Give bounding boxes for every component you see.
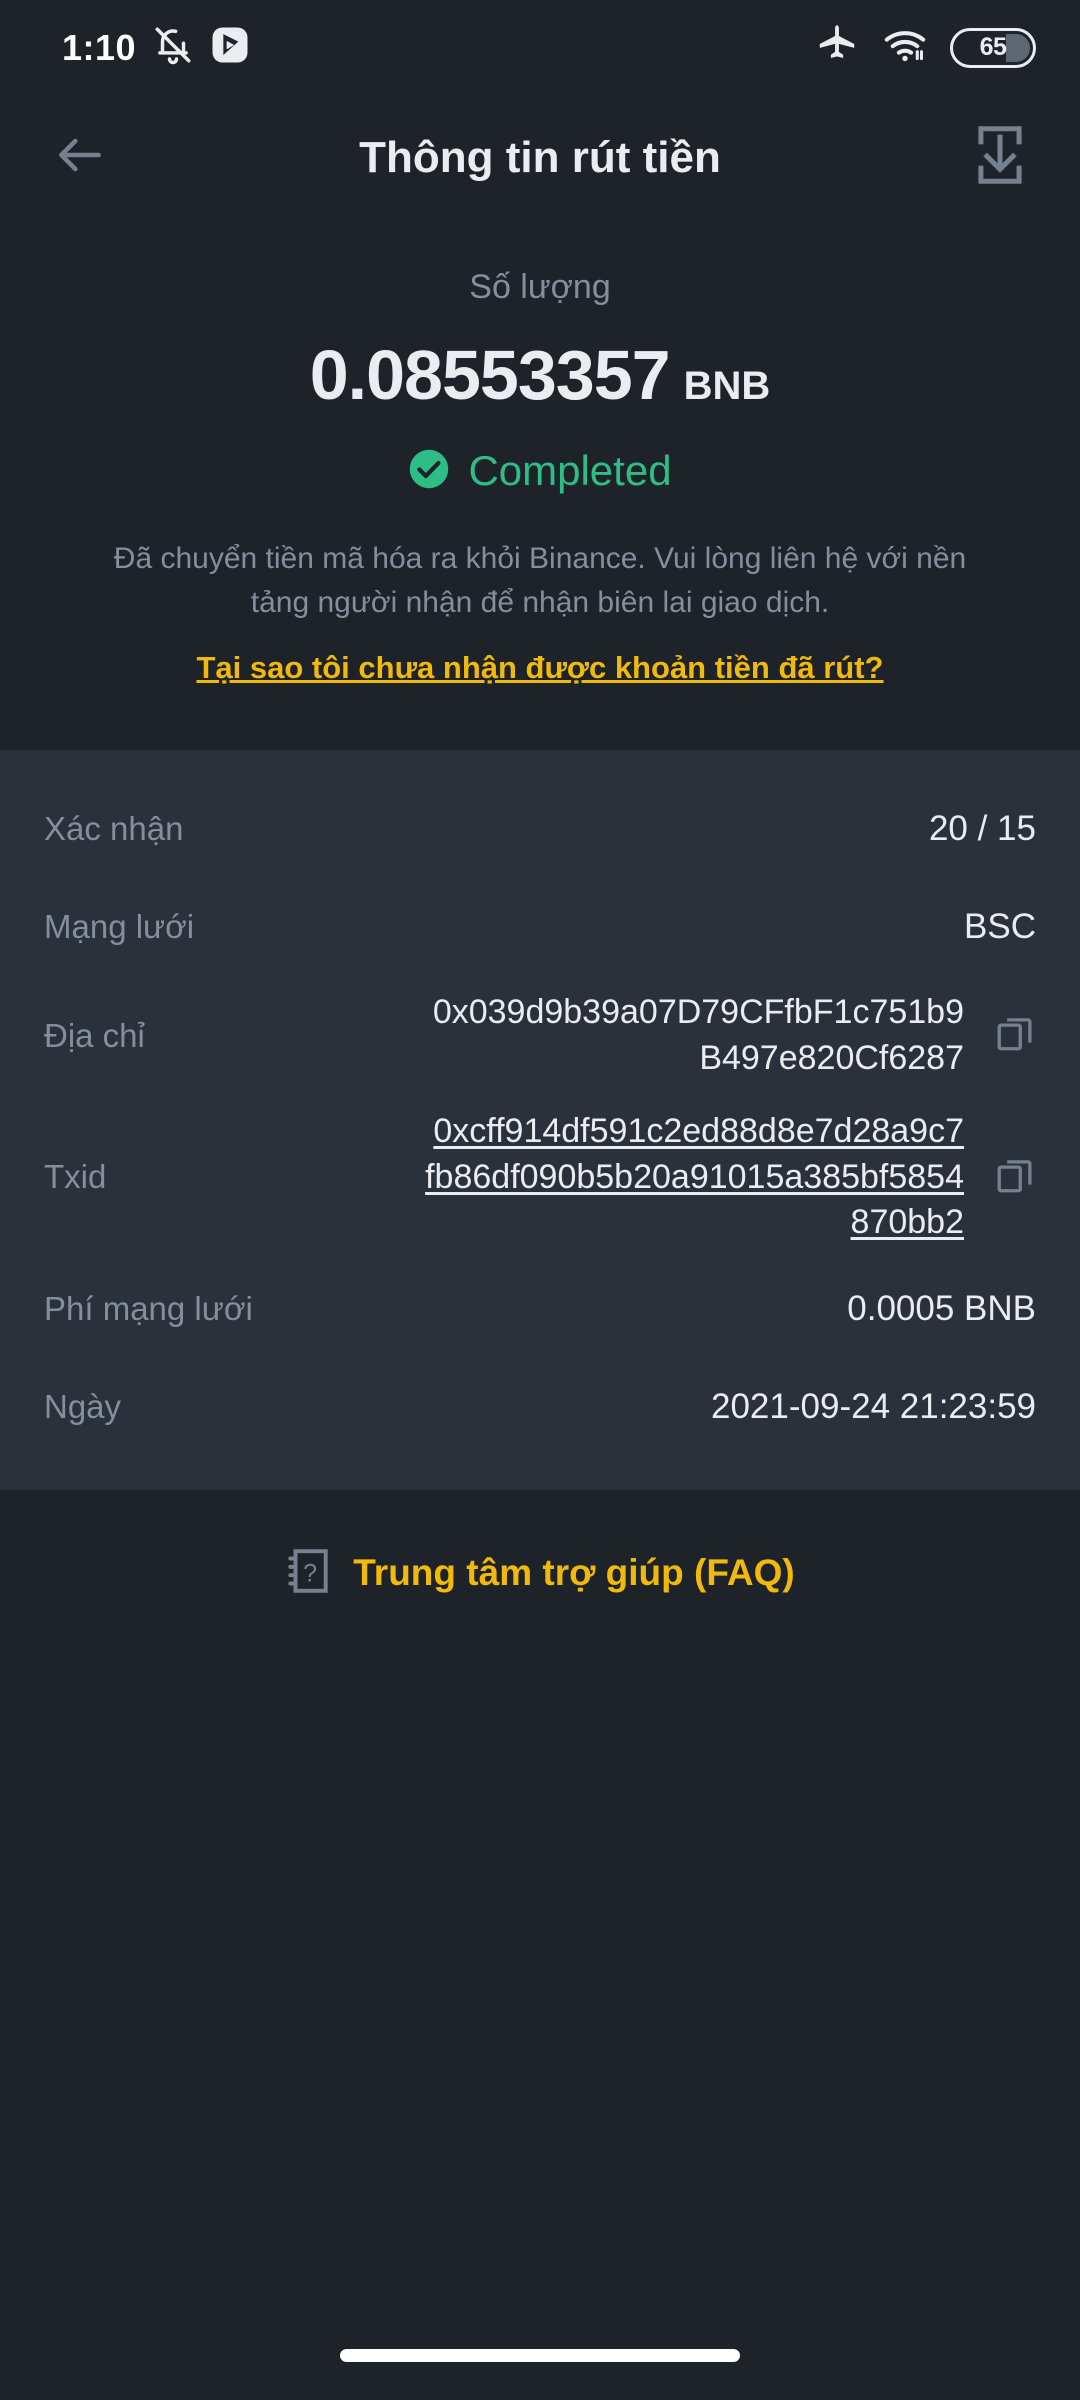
save-image-button[interactable] bbox=[964, 122, 1036, 194]
help-center-label: Trung tâm trợ giúp (FAQ) bbox=[353, 1552, 795, 1594]
airplane-mode-icon bbox=[814, 22, 860, 73]
amount-label: Số lượng bbox=[469, 268, 611, 306]
detail-row-confirmations: Xác nhận 20 / 15 bbox=[44, 780, 1036, 878]
detail-label: Xác nhận bbox=[44, 810, 184, 847]
status-bar-right: 65 bbox=[814, 22, 1036, 73]
detail-row-address: Địa chỉ 0x039d9b39a07D79CFfbF1c751b9B497… bbox=[44, 976, 1036, 1095]
detail-row-date: Ngày 2021-09-24 21:23:59 bbox=[44, 1358, 1036, 1456]
status-bar-clock: 1:10 bbox=[62, 26, 137, 68]
amount-display: 0.08553357 BNB bbox=[60, 335, 1020, 415]
transaction-summary: Số lượng 0.08553357 BNB Completed Đã chu… bbox=[0, 220, 1080, 750]
page-title: Thông tin rút tiền bbox=[359, 132, 721, 182]
back-button[interactable] bbox=[44, 122, 116, 194]
svg-text:?: ? bbox=[303, 1559, 317, 1587]
detail-value: 0.0005 BNB bbox=[847, 1288, 1036, 1328]
battery-percent: 65 bbox=[979, 33, 1007, 61]
check-circle-icon bbox=[408, 448, 450, 495]
detail-label: Phí mạng lưới bbox=[44, 1289, 253, 1327]
battery-indicator: 65 bbox=[950, 27, 1036, 68]
android-navigation-bar bbox=[0, 2310, 1080, 2400]
address-value: 0x039d9b39a07D79CFfbF1c751b9B497e820Cf62… bbox=[432, 993, 964, 1077]
detail-row-network: Mạng lưới BSC bbox=[44, 878, 1036, 976]
txid-value-group: 0xcff914df591c2ed88d8e7d28a9c7fb86df090b… bbox=[424, 1109, 1036, 1246]
amount-unit: BNB bbox=[683, 364, 771, 408]
detail-value: BSC bbox=[964, 907, 1036, 946]
detail-label: Mạng lưới bbox=[44, 908, 195, 945]
detail-label: Txid bbox=[44, 1158, 107, 1196]
status-description: Đã chuyển tiền mã hóa ra khỏi Binance. V… bbox=[113, 542, 967, 619]
back-arrow-icon bbox=[52, 127, 108, 188]
gesture-pill[interactable] bbox=[340, 2348, 740, 2362]
address-value-group: 0x039d9b39a07D79CFfbF1c751b9B497e820Cf62… bbox=[424, 990, 1036, 1081]
help-center-button[interactable]: ? Trung tâm trợ giúp (FAQ) bbox=[0, 1489, 1080, 1661]
wifi-icon bbox=[882, 22, 928, 73]
detail-label: Địa chỉ bbox=[44, 1016, 145, 1054]
bell-muted-icon bbox=[152, 24, 194, 71]
battery-fill bbox=[1006, 33, 1030, 62]
help-book-icon: ? bbox=[285, 1546, 331, 1601]
status-bar: 1:10 65 bbox=[0, 0, 1080, 95]
status-badge: Completed bbox=[60, 447, 1020, 495]
video-app-icon bbox=[210, 25, 250, 70]
app-screen: 1:10 65 Thông tin rút tiền Số lượng 0.08… bbox=[0, 0, 1080, 2400]
why-not-received-link[interactable]: Tại sao tôi chưa nhận được khoản tiền đã… bbox=[60, 650, 1020, 686]
app-header: Thông tin rút tiền bbox=[0, 95, 1080, 220]
detail-row-txid: Txid 0xcff914df591c2ed88d8e7d28a9c7fb86d… bbox=[44, 1095, 1036, 1260]
detail-label: Ngày bbox=[44, 1387, 122, 1425]
txid-link[interactable]: 0xcff914df591c2ed88d8e7d28a9c7fb86df090b… bbox=[424, 1109, 964, 1246]
save-download-icon bbox=[973, 124, 1027, 191]
status-text: Completed bbox=[468, 447, 672, 494]
copy-icon[interactable] bbox=[994, 1154, 1036, 1201]
status-bar-left: 1:10 bbox=[62, 24, 250, 71]
detail-row-network-fee: Phí mạng lưới 0.0005 BNB bbox=[44, 1260, 1036, 1358]
amount-value: 0.08553357 bbox=[309, 336, 671, 414]
copy-icon[interactable] bbox=[994, 1012, 1036, 1059]
detail-value: 2021-09-24 21:23:59 bbox=[711, 1386, 1036, 1426]
transaction-details-panel: Xác nhận 20 / 15 Mạng lưới BSC Địa chỉ 0… bbox=[0, 750, 1080, 1490]
detail-value: 20 / 15 bbox=[928, 809, 1036, 848]
